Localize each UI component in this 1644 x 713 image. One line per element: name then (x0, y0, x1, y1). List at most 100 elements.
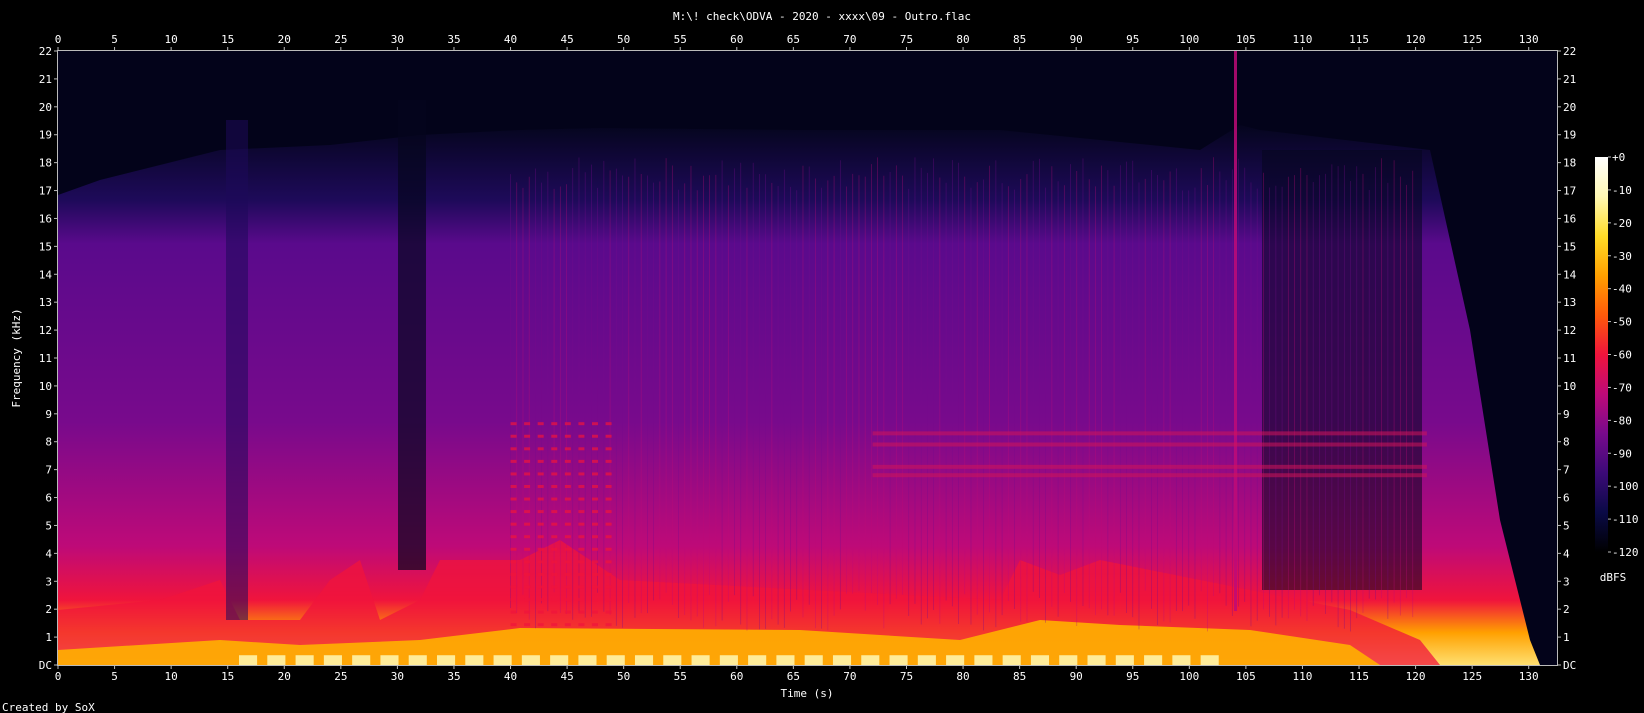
harmonic-cell (551, 535, 558, 539)
harmonic-cell (524, 598, 531, 602)
harmonic-cell (524, 510, 531, 514)
harmonic-cell (537, 484, 544, 488)
x-tick-bottom-label: 105 (1236, 670, 1256, 683)
transient-line (1234, 51, 1237, 611)
harmonic-cell (551, 434, 558, 438)
harmonic-cell (578, 472, 585, 476)
x-tick-bottom-label: 65 (787, 670, 800, 683)
harmonic-cell (605, 459, 612, 463)
bass-note (493, 655, 512, 665)
y-tick-left-label: 6 (45, 492, 52, 505)
bass-note (1087, 655, 1106, 665)
harmonic-cell (537, 447, 544, 451)
x-tick-top-label: 105 (1236, 33, 1256, 46)
colorbar-tick-label: -90 (1612, 447, 1632, 460)
y-tick-left-label: 16 (39, 212, 52, 225)
harmonic-cell (551, 422, 558, 426)
harmonic-cell (510, 522, 517, 526)
harmonic-cell (578, 522, 585, 526)
harmonic-cell (605, 572, 612, 576)
harmonic-cell (510, 560, 517, 564)
harmonic-cell (551, 522, 558, 526)
harmonic-cell (510, 434, 517, 438)
bass-note (1059, 655, 1078, 665)
y-tick-right-label: 13 (1563, 296, 1576, 309)
x-tick-bottom-label: 15 (221, 670, 234, 683)
y-tick-right-label: 3 (1563, 575, 1570, 588)
x-tick-bottom-label: 30 (391, 670, 404, 683)
harmonic-cell (537, 472, 544, 476)
x-tick-top-label: 30 (391, 33, 404, 46)
y-tick-left-label: 20 (39, 101, 52, 114)
y-axis-label: Frequency (kHz) (10, 308, 23, 407)
harmonic-cell (605, 522, 612, 526)
harmonic-cell (591, 522, 598, 526)
y-tick-left-label: 7 (45, 464, 52, 477)
bass-note (889, 655, 908, 665)
harmonic-cell (578, 447, 585, 451)
harmonic-cell (578, 610, 585, 614)
bass-note (465, 655, 484, 665)
harmonic-cell (510, 472, 517, 476)
harmonic-cell (578, 422, 585, 426)
harmonic-cell (524, 447, 531, 451)
y-tick-left-label: 10 (39, 380, 52, 393)
harmonic-band (872, 431, 1427, 436)
chart-title: M:\! check\ODVA - 2020 - xxxx\09 - Outro… (673, 10, 971, 23)
bass-note (550, 655, 569, 665)
y-tick-left-label: 22 (39, 45, 52, 58)
harmonic-cell (605, 610, 612, 614)
bass-note (1030, 655, 1050, 665)
y-tick-right-label: 11 (1563, 352, 1576, 365)
harmonic-cell (537, 459, 544, 463)
harmonic-cell (578, 623, 585, 627)
bass-note (917, 655, 936, 665)
harmonic-cell (564, 422, 571, 426)
harmonic-cell (564, 497, 571, 501)
y-tick-right-label: 22 (1563, 45, 1576, 58)
y-tick-left-label: 8 (45, 436, 52, 449)
colorbar-tick-label: -40 (1612, 283, 1632, 296)
harmonic-cell (578, 497, 585, 501)
harmonic-cell (564, 522, 571, 526)
harmonic-cell (537, 572, 544, 576)
harmonic-cell (551, 510, 558, 514)
footer-credit: Created by SoX (2, 701, 95, 713)
harmonic-cell (564, 484, 571, 488)
harmonic-cell (551, 547, 558, 551)
x-tick-top-label: 75 (900, 33, 913, 46)
x-tick-top-label: 130 (1519, 33, 1539, 46)
harmonic-cell (591, 472, 598, 476)
bass-note (748, 655, 767, 665)
harmonic-cell (591, 560, 598, 564)
bass-note (352, 655, 371, 665)
colorbar-tick-label: -120 (1612, 546, 1639, 559)
y-tick-right-label: 19 (1563, 129, 1576, 142)
harmonic-cell (605, 422, 612, 426)
colorbar-tick-label: -60 (1612, 349, 1632, 362)
harmonic-cell (537, 510, 544, 514)
x-tick-top-label: 120 (1406, 33, 1426, 46)
harmonic-cell (564, 598, 571, 602)
harmonic-cell (591, 510, 598, 514)
y-tick-right-label: 15 (1563, 240, 1576, 253)
colorbar-tick-label: -30 (1612, 250, 1632, 263)
colorbar-tick-label: -70 (1612, 381, 1632, 394)
colorbar-tick-label: -10 (1612, 184, 1632, 197)
x-tick-top-label: 50 (617, 33, 630, 46)
colorbar-tick-label: -80 (1612, 414, 1632, 427)
harmonic-cell (537, 535, 544, 539)
harmonic-cell (524, 484, 531, 488)
bass-note (663, 655, 682, 665)
harmonic-cell (564, 459, 571, 463)
harmonic-cell (524, 522, 531, 526)
harmonic-cell (510, 610, 517, 614)
harmonic-cell (591, 598, 598, 602)
harmonic-cell (564, 434, 571, 438)
x-tick-top-label: 20 (278, 33, 291, 46)
y-tick-right-label: 7 (1563, 464, 1570, 477)
colorbar-tick-label: -50 (1612, 316, 1632, 329)
harmonic-cell (564, 472, 571, 476)
spectrogram-chart: M:\! check\ODVA - 2020 - xxxx\09 - Outro… (2, 10, 1639, 713)
harmonic-cell (524, 472, 531, 476)
